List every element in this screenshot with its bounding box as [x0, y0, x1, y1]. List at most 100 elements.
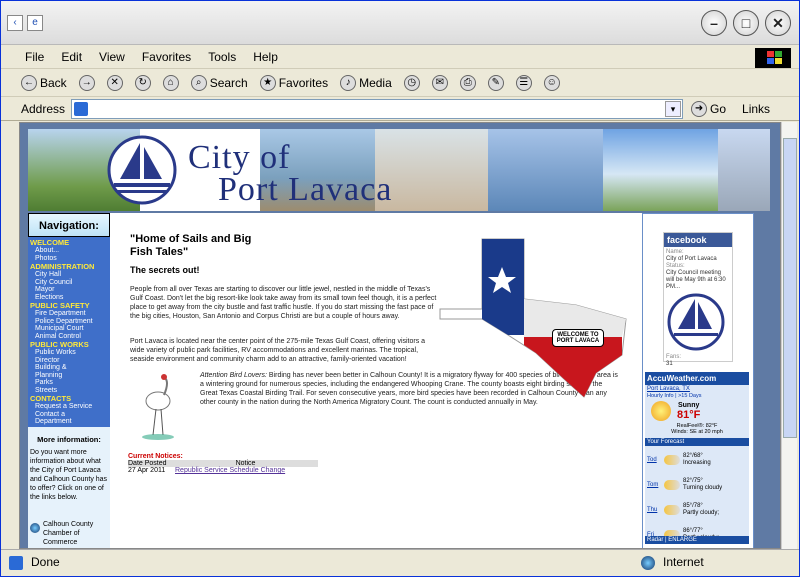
nav-item[interactable]: Public Works [30, 349, 108, 357]
main-content: "Home of Sails and Big Fish Tales" The s… [110, 213, 642, 548]
sun-icon [651, 401, 671, 421]
history-icon[interactable]: ◷ [403, 74, 420, 91]
more-info-title: More information: [37, 434, 101, 444]
forecast-temps: 82°/68° [683, 453, 703, 459]
print-icon[interactable]: ⎙ [459, 74, 476, 91]
navigation-sidebar: Navigation: WELCOME About... Photos ADMINIS… [28, 213, 110, 548]
status-text: Done [31, 555, 60, 569]
ie-logo-icon: e [27, 15, 43, 31]
texas-flag-map [439, 238, 627, 398]
forecast-day[interactable]: Thu [647, 507, 661, 514]
go-button[interactable]: ➜ Go [691, 100, 726, 117]
menu-tools[interactable]: Tools [208, 50, 236, 64]
nav-item[interactable]: Director [30, 357, 108, 365]
maximize-button[interactable]: □ [733, 10, 759, 36]
location-paragraph: Port Lavaca is located near the center p… [130, 338, 426, 363]
forecast-row: Tod 82°/68° Increasing [647, 449, 747, 471]
header-photo-harbor [718, 129, 770, 211]
nav-item[interactable]: Animal Control [30, 333, 108, 341]
mail-icon[interactable]: ✉ [431, 74, 448, 91]
forecast-day[interactable]: Tod [647, 457, 661, 464]
address-input[interactable]: ▾ [71, 98, 684, 119]
page-icon [74, 101, 89, 116]
status-bar: Done Internet [1, 549, 799, 576]
accuweather-logo[interactable]: AccuWeather.com [645, 372, 749, 385]
current-notices: Current Notices: Date Posted Notice 27 A… [128, 453, 318, 474]
nav-item[interactable]: Elections [30, 294, 108, 302]
nav-section-2: PUBLIC SAFETY [30, 301, 90, 310]
windows-flag-icon [755, 48, 791, 68]
page-heading: "Home of Sails and Big Fish Tales" [130, 233, 252, 258]
forecast-desc: Partly cloudy; [683, 510, 720, 516]
close-button[interactable]: ✕ [765, 10, 791, 36]
forecast-row: Thu 85°/78° Partly cloudy; [647, 499, 747, 521]
nav-menu: WELCOME About... Photos ADMINISTRATION City … [28, 237, 110, 427]
vertical-scrollbar[interactable] [781, 122, 797, 549]
forecast-temps: 85°/78° [683, 503, 703, 509]
back-button[interactable]: ← Back [21, 74, 67, 91]
menu-edit[interactable]: Edit [61, 50, 82, 64]
links-button[interactable]: Links [742, 102, 770, 116]
nav-item[interactable]: Photos [30, 255, 108, 263]
scrollbar-thumb[interactable] [783, 138, 797, 438]
nav-item[interactable]: Contact a [30, 411, 108, 419]
nav-item[interactable]: About... [30, 247, 108, 255]
media-button[interactable]: ♪ Media [340, 74, 392, 91]
page-viewport[interactable]: City of Port Lavaca Navigation: WELCOME A… [19, 122, 781, 549]
chamber-link[interactable]: Calhoun County Chamber of Commerce [30, 520, 108, 547]
menu-view[interactable]: View [99, 50, 125, 64]
browser-window: ‹ e – □ ✕ File Edit View Favorites Tools… [0, 0, 800, 577]
messenger-icon[interactable]: ☺ [543, 74, 560, 91]
menu-help[interactable]: Help [253, 50, 278, 64]
facebook-name[interactable]: City of Port Lavaca [666, 256, 730, 263]
weather-city-link[interactable]: Port Lavaca, TX [645, 385, 749, 393]
accuweather-widget: AccuWeather.com Port Lavaca, TX Hourly I… [645, 372, 749, 544]
page-status-icon [9, 556, 23, 570]
nav-item[interactable]: Streets [30, 387, 108, 395]
favorites-button[interactable]: ★ Favorites [259, 74, 328, 91]
forecast-list: Tod 82°/68° Increasing Tom 82°/75° Turning cl… [645, 449, 749, 546]
go-arrow-icon: ➜ [691, 100, 708, 117]
menu-favorites[interactable]: Favorites [142, 50, 191, 64]
whooping-crane-icon [142, 374, 174, 440]
more-info-text: Do you want more information about what … [30, 448, 108, 501]
notice-link[interactable]: Republic Service Schedule Change [175, 467, 285, 474]
page-subheading: The secrets out! [130, 265, 200, 275]
discuss-icon[interactable]: ☰ [515, 74, 532, 91]
nav-item[interactable]: City Hall [30, 271, 108, 279]
nav-item[interactable]: Parks [30, 379, 108, 387]
nav-section-3: PUBLIC WORKS [30, 340, 89, 349]
home-icon[interactable]: ⌂ [162, 74, 179, 91]
facebook-fans: 31 [666, 361, 673, 367]
internet-zone-icon [641, 556, 655, 570]
nav-section-0: WELCOME [30, 238, 70, 247]
menu-bar: File Edit View Favorites Tools Help [1, 45, 799, 69]
website: City of Port Lavaca Navigation: WELCOME A… [20, 123, 780, 548]
back-arrow-icon[interactable]: ‹ [7, 15, 23, 31]
nav-item[interactable]: Police Department [30, 318, 108, 326]
nav-item[interactable]: City Council [30, 279, 108, 287]
standard-toolbar: ← Back → ✕ ↻ ⌂ ⌕ Search ★ Favorites ♪ Me… [1, 69, 799, 97]
radar-link[interactable]: Radar | ENLARGE [645, 536, 749, 544]
partly-cloudy-icon [664, 480, 680, 490]
refresh-icon[interactable]: ↻ [134, 74, 151, 91]
nav-item[interactable]: Building & [30, 364, 108, 372]
search-button[interactable]: ⌕ Search [190, 74, 248, 91]
edit-icon[interactable]: ✎ [487, 74, 504, 91]
intro-paragraph: People from all over Texas are starting … [130, 286, 437, 320]
nav-item[interactable]: Mayor [30, 286, 108, 294]
nav-item[interactable]: Planning [30, 372, 108, 380]
nav-item[interactable]: Department [30, 418, 108, 426]
nav-item[interactable]: Municipal Court [30, 325, 108, 333]
nav-item[interactable]: Fire Department [30, 310, 108, 318]
stop-icon[interactable]: ✕ [106, 74, 123, 91]
notice-row: 27 Apr 2011 Republic Service Schedule Ch… [128, 467, 286, 474]
nav-item[interactable]: Request a Service [30, 403, 108, 411]
forward-icon[interactable]: → [78, 74, 95, 91]
menu-file[interactable]: File [25, 50, 44, 64]
address-dropdown-button[interactable]: ▾ [665, 100, 682, 117]
minimize-button[interactable]: – [701, 10, 727, 36]
forecast-desc: Increasing [683, 460, 711, 466]
globe-icon [30, 522, 40, 533]
forecast-day[interactable]: Tom [647, 482, 661, 489]
